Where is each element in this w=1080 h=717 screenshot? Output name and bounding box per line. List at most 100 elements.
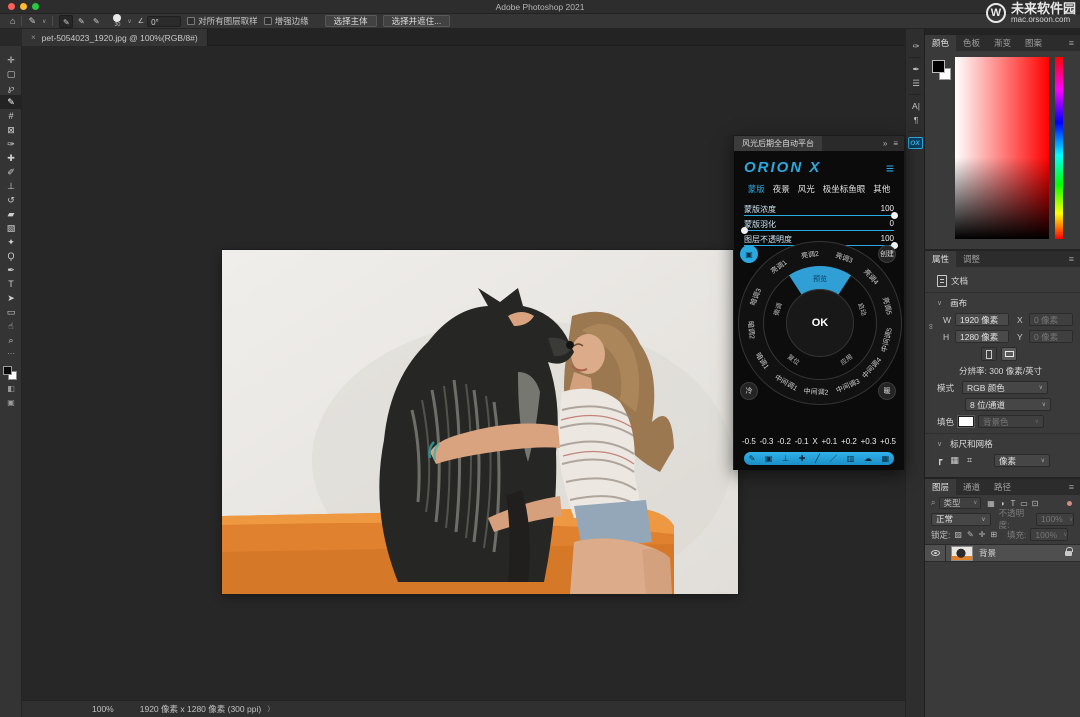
offset-value--0.2[interactable]: -0.2 bbox=[777, 437, 791, 446]
wheel-label-亮调2[interactable]: 亮调2 bbox=[801, 248, 820, 260]
y-input[interactable]: 0 像素 bbox=[1029, 330, 1073, 343]
close-tab-icon[interactable]: × bbox=[31, 33, 36, 42]
layer-visibility-icon[interactable] bbox=[931, 550, 940, 556]
orion-color-wheel[interactable]: 预览 亮调1亮调2亮调3亮调4亮调5中间调5中间调4中间调3中间调2中间调1暗调… bbox=[738, 241, 902, 405]
orion-footer-icon-1[interactable]: ✎ bbox=[749, 454, 756, 463]
document-tab[interactable]: × pet-5054023_1920.jpg @ 100%(RGB/8#) bbox=[22, 29, 208, 46]
x-input[interactable]: 0 像素 bbox=[1029, 313, 1073, 326]
units-dropdown[interactable]: 像素 bbox=[994, 454, 1050, 467]
orion-toggle-button[interactable]: ▣ bbox=[740, 245, 758, 263]
orion-tab-蒙版[interactable]: 蒙版 bbox=[748, 183, 765, 195]
rulers-section-header[interactable]: ∨ 标尺和网格 bbox=[925, 438, 1080, 450]
orion-footer-icon-6[interactable]: ／ bbox=[829, 453, 837, 464]
tab-图层[interactable]: 图层 bbox=[925, 479, 956, 495]
clone-stamp-tool[interactable]: ⊥ bbox=[0, 179, 22, 193]
tab-通道[interactable]: 通道 bbox=[956, 479, 987, 495]
wheel-ok-button[interactable]: OK bbox=[786, 289, 854, 357]
orion-create-button[interactable]: 创建 bbox=[878, 245, 896, 263]
slider-knob[interactable] bbox=[741, 227, 748, 234]
tab-调整[interactable]: 调整 bbox=[956, 251, 987, 267]
select-and-mask-button[interactable]: 选择并遮住... bbox=[383, 15, 451, 27]
offset-value--0.3[interactable]: -0.3 bbox=[760, 437, 774, 446]
layer-filter-icon-1[interactable]: ▦ bbox=[985, 499, 996, 508]
brush-size-picker[interactable]: 30 bbox=[113, 14, 121, 29]
zoom-tool[interactable]: ⌕ bbox=[0, 333, 22, 347]
chevron-down-icon[interactable]: ∨ bbox=[42, 18, 46, 25]
orion-footer-icon-5[interactable]: ╱ bbox=[815, 454, 820, 463]
layer-filter-type-dropdown[interactable]: 类型 bbox=[939, 497, 981, 509]
offset-value-+0.1[interactable]: +0.1 bbox=[821, 437, 837, 446]
tab-渐变[interactable]: 渐变 bbox=[987, 35, 1018, 51]
width-input[interactable]: 1920 像素 bbox=[955, 313, 1009, 326]
orion-footer-icon-4[interactable]: ✚ bbox=[799, 454, 806, 463]
path-selection-tool[interactable]: ➤ bbox=[0, 291, 22, 305]
landscape-orientation-button[interactable] bbox=[1001, 347, 1017, 361]
panel-menu-icon[interactable]: ≡ bbox=[1069, 35, 1080, 51]
lock-icon-3[interactable]: ✛ bbox=[979, 530, 986, 539]
orion-slider-2[interactable]: 蒙版羽化0 bbox=[744, 219, 894, 233]
lasso-tool[interactable]: ℘ bbox=[0, 81, 22, 95]
paragraph-panel-icon[interactable]: ¶ bbox=[906, 113, 926, 127]
hue-slider[interactable] bbox=[1055, 57, 1063, 239]
grid-dots-icon[interactable]: ⌗ bbox=[967, 455, 972, 466]
panel-menu-icon[interactable]: ≡ bbox=[893, 139, 898, 148]
fill-dropdown[interactable]: 背景色 bbox=[978, 415, 1044, 428]
color-mode-dropdown[interactable]: RGB 颜色 bbox=[962, 381, 1048, 394]
healing-brush-tool[interactable]: ✚ bbox=[0, 151, 22, 165]
tab-属性[interactable]: 属性 bbox=[925, 251, 956, 267]
offset-value-+0.2[interactable]: +0.2 bbox=[841, 437, 857, 446]
orion-panel-tab[interactable]: 风光后期全自动平台 bbox=[734, 136, 822, 151]
tab-颜色[interactable]: 颜色 bbox=[925, 35, 956, 51]
brush-settings-panel-icon[interactable]: ✑ bbox=[906, 39, 926, 53]
selection-mode-icon-3[interactable]: ✎ bbox=[89, 15, 103, 28]
orion-warm-button[interactable]: 暖 bbox=[878, 382, 896, 400]
eyedropper-tool[interactable]: ✑ bbox=[0, 137, 22, 151]
foreground-background-colors[interactable] bbox=[0, 364, 22, 382]
chevron-down-icon[interactable]: ∨ bbox=[127, 18, 131, 25]
marquee-tool[interactable]: ▢ bbox=[0, 67, 22, 81]
tab-图案[interactable]: 图案 bbox=[1018, 35, 1049, 51]
lock-icon-4[interactable]: ⊞ bbox=[990, 530, 997, 539]
orion-footer-icon-2[interactable]: ▣ bbox=[765, 454, 773, 463]
gradient-tool[interactable]: ▧ bbox=[0, 221, 22, 235]
orion-footer-icon-7[interactable]: ▥ bbox=[847, 454, 855, 463]
orion-footer-icon-3[interactable]: ⊥ bbox=[782, 454, 789, 463]
foreground-color-swatch[interactable] bbox=[3, 366, 12, 375]
orion-tab-极坐标鱼眼[interactable]: 极坐标鱼眼 bbox=[823, 183, 866, 195]
link-dimensions-icon[interactable]: ∞ bbox=[926, 324, 935, 330]
photo-canvas[interactable] bbox=[222, 250, 738, 594]
layer-filter-toggle[interactable] bbox=[1067, 501, 1072, 506]
quick-selection-tool[interactable]: ✎ bbox=[0, 95, 22, 109]
foreground-color-swatch[interactable] bbox=[932, 60, 945, 73]
dodge-tool[interactable]: Ϙ bbox=[0, 249, 22, 263]
collapse-panel-icon[interactable]: » bbox=[883, 139, 887, 148]
lock-icon-2[interactable]: ✎ bbox=[967, 530, 974, 539]
angle-input[interactable]: 0° bbox=[147, 16, 181, 27]
portrait-orientation-button[interactable] bbox=[981, 347, 997, 361]
crop-tool[interactable]: # bbox=[0, 109, 22, 123]
character-panel-icon[interactable]: A| bbox=[906, 99, 926, 113]
home-icon[interactable]: ⌂ bbox=[10, 14, 15, 29]
foreground-background-colors[interactable] bbox=[931, 59, 955, 83]
history-brush-tool[interactable]: ↺ bbox=[0, 193, 22, 207]
panel-menu-icon[interactable]: ≡ bbox=[1069, 479, 1080, 495]
brush-tool[interactable]: ✐ bbox=[0, 165, 22, 179]
grid-icon[interactable]: ▦ bbox=[950, 455, 959, 466]
checkbox-icon[interactable] bbox=[264, 17, 272, 25]
layer-row-background[interactable]: 背景 bbox=[925, 544, 1080, 562]
chevron-down-icon[interactable]: ∨ bbox=[937, 440, 942, 448]
offset-value--0.5[interactable]: -0.5 bbox=[742, 437, 756, 446]
panel-menu-icon[interactable]: ≡ bbox=[1069, 251, 1080, 267]
chevron-down-icon[interactable]: ∨ bbox=[937, 299, 942, 307]
hand-tool[interactable]: ☝ bbox=[0, 319, 22, 333]
rectangle-tool[interactable]: ▭ bbox=[0, 305, 22, 319]
frame-tool[interactable]: ⊠ bbox=[0, 123, 22, 137]
offset-value--0.1[interactable]: -0.1 bbox=[795, 437, 809, 446]
pen-panel-icon[interactable]: ✒ bbox=[906, 62, 926, 76]
ruler-icon[interactable]: ┏ bbox=[937, 455, 942, 466]
orion-tab-风光[interactable]: 风光 bbox=[798, 183, 815, 195]
orion-footer-icon-9[interactable]: ▦ bbox=[882, 454, 890, 463]
edit-toolbar-icon[interactable]: ⋯ bbox=[0, 347, 22, 361]
screen-mode-icon[interactable]: ▣ bbox=[0, 396, 22, 410]
checkbox-icon[interactable] bbox=[187, 17, 195, 25]
